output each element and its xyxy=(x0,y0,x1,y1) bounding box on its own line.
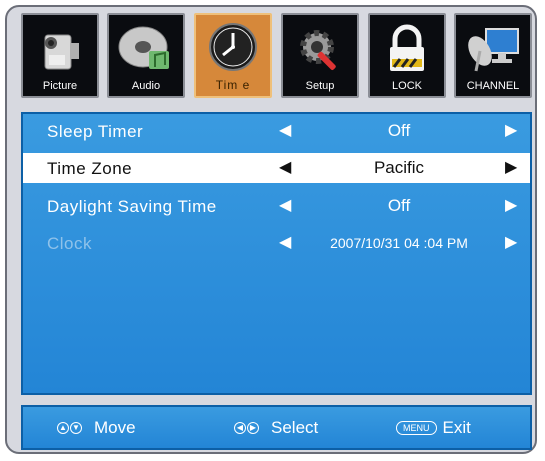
tab-time[interactable]: Tim e xyxy=(194,13,272,98)
select-label: Select xyxy=(271,418,319,437)
exit-hint: MENU Exit xyxy=(396,418,471,438)
row-value: 2007/10/31 04 :04 PM xyxy=(330,235,468,251)
row-value: Off xyxy=(387,121,411,140)
gear-wrench-icon xyxy=(300,30,336,70)
tab-label: LOCK xyxy=(392,80,422,92)
menu-key-icon: MENU xyxy=(396,421,437,435)
row-label: Clock xyxy=(47,234,93,253)
tab-audio[interactable]: Audio xyxy=(107,13,185,98)
left-right-keys-icon: ◀ ▶ xyxy=(234,422,259,434)
left-arrow-icon: ◀ xyxy=(279,234,292,251)
clock-icon xyxy=(209,23,257,71)
key-hint-bar: ▲ ▼ Move ◀ ▶ Select MENU Exit xyxy=(21,405,532,450)
right-arrow-icon: ▶ xyxy=(505,234,518,251)
tab-label: CHANNEL xyxy=(466,80,520,92)
tab-picture[interactable]: Picture xyxy=(21,13,99,98)
left-arrow-icon[interactable]: ◀ xyxy=(279,195,291,215)
menu-row-clock: Clock ◀ 2007/10/31 04 :04 PM ▶ xyxy=(23,228,530,258)
tab-lock[interactable]: LOCK xyxy=(368,13,446,98)
row-value: Pacific xyxy=(373,158,425,177)
menu-row-time-zone[interactable]: Time Zone ◀ Pacific ▶ xyxy=(23,153,530,183)
row-label: Sleep Timer xyxy=(47,122,144,141)
row-label: Time Zone xyxy=(47,159,133,178)
right-arrow-icon[interactable]: ▶ xyxy=(505,120,517,140)
menu-tabs: Picture Audio Tim e Setup LOCK CHANNEL xyxy=(21,13,532,101)
tab-label: Tim e xyxy=(215,78,251,92)
tab-label: Setup xyxy=(305,80,335,92)
tab-label: Picture xyxy=(42,80,78,92)
tab-setup[interactable]: Setup xyxy=(281,13,359,98)
right-arrow-icon[interactable]: ▶ xyxy=(505,157,517,177)
tab-channel[interactable]: CHANNEL xyxy=(454,13,532,98)
up-down-keys-icon: ▲ ▼ xyxy=(57,422,82,434)
left-arrow-icon[interactable]: ◀ xyxy=(279,157,291,177)
left-arrow-icon[interactable]: ◀ xyxy=(279,120,291,140)
padlock-icon xyxy=(390,24,424,71)
row-value: Off xyxy=(387,196,411,215)
cd-music-icon xyxy=(118,26,169,69)
camcorder-icon xyxy=(44,34,79,70)
exit-label: Exit xyxy=(442,418,471,437)
row-label: Daylight Saving Time xyxy=(47,197,217,216)
menu-row-daylight-saving-time[interactable]: Daylight Saving Time ◀ Off ▶ xyxy=(23,191,530,221)
right-arrow-icon[interactable]: ▶ xyxy=(505,195,517,215)
move-hint: ▲ ▼ Move xyxy=(57,418,136,438)
select-hint: ◀ ▶ Select xyxy=(234,418,318,438)
menu-row-sleep-timer[interactable]: Sleep Timer ◀ Off ▶ xyxy=(23,116,530,146)
tab-label: Audio xyxy=(131,80,161,92)
time-settings-panel: Sleep Timer ◀ Off ▶ Time Zone ◀ Pacific … xyxy=(21,112,532,395)
satellite-monitor-icon xyxy=(468,28,519,72)
move-label: Move xyxy=(94,418,136,437)
